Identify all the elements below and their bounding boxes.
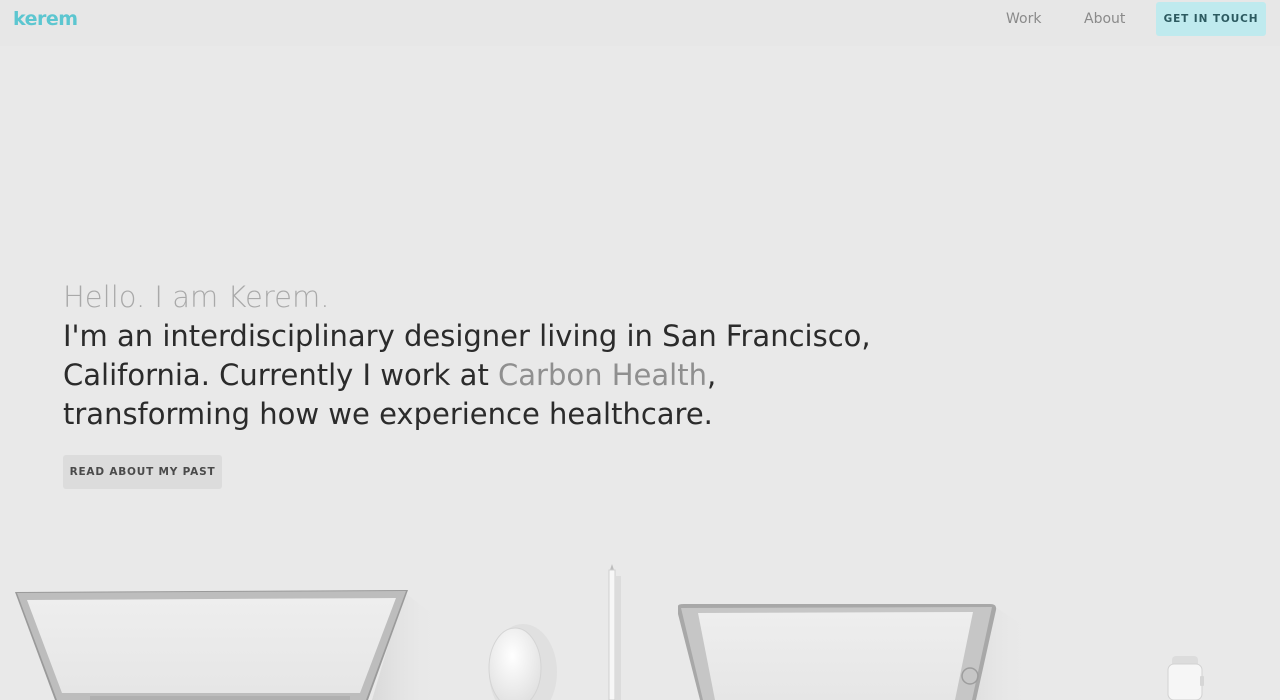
watch-illustration (1167, 656, 1204, 700)
intro-line-3: transforming how we experience healthcar… (63, 397, 713, 431)
hero-section: Hello. I am Kerem. I'm an interdisciplin… (63, 278, 923, 434)
hero-greeting: Hello. I am Kerem. (63, 280, 330, 314)
mouse-illustration (488, 624, 557, 700)
devices-illustration (15, 564, 1204, 700)
intro-line-2-suffix: , (706, 358, 717, 392)
nav-about-link[interactable]: About (1084, 11, 1125, 27)
company-link[interactable]: Carbon Health (498, 358, 707, 392)
nav-work-link[interactable]: Work (1006, 11, 1041, 27)
get-in-touch-button[interactable]: GET IN TOUCH (1156, 2, 1266, 36)
site-header: kerem Work About GET IN TOUCH (0, 0, 1280, 46)
intro-line-2-prefix: California. Currently I work at (63, 358, 499, 392)
tablet-illustration (678, 604, 1030, 700)
page: kerem Work About GET IN TOUCH Hello. I a… (0, 0, 1280, 700)
logo[interactable]: kerem (13, 8, 78, 30)
intro-line-2: California. Currently I work at Carbon H… (63, 356, 923, 395)
intro-line-1: I'm an interdisciplinary designer living… (63, 319, 871, 353)
read-about-past-button[interactable]: READ ABOUT MY PAST (63, 455, 222, 489)
laptop-illustration (15, 590, 440, 700)
pencil-illustration (608, 564, 621, 700)
hero-intro: I'm an interdisciplinary designer living… (63, 317, 923, 434)
